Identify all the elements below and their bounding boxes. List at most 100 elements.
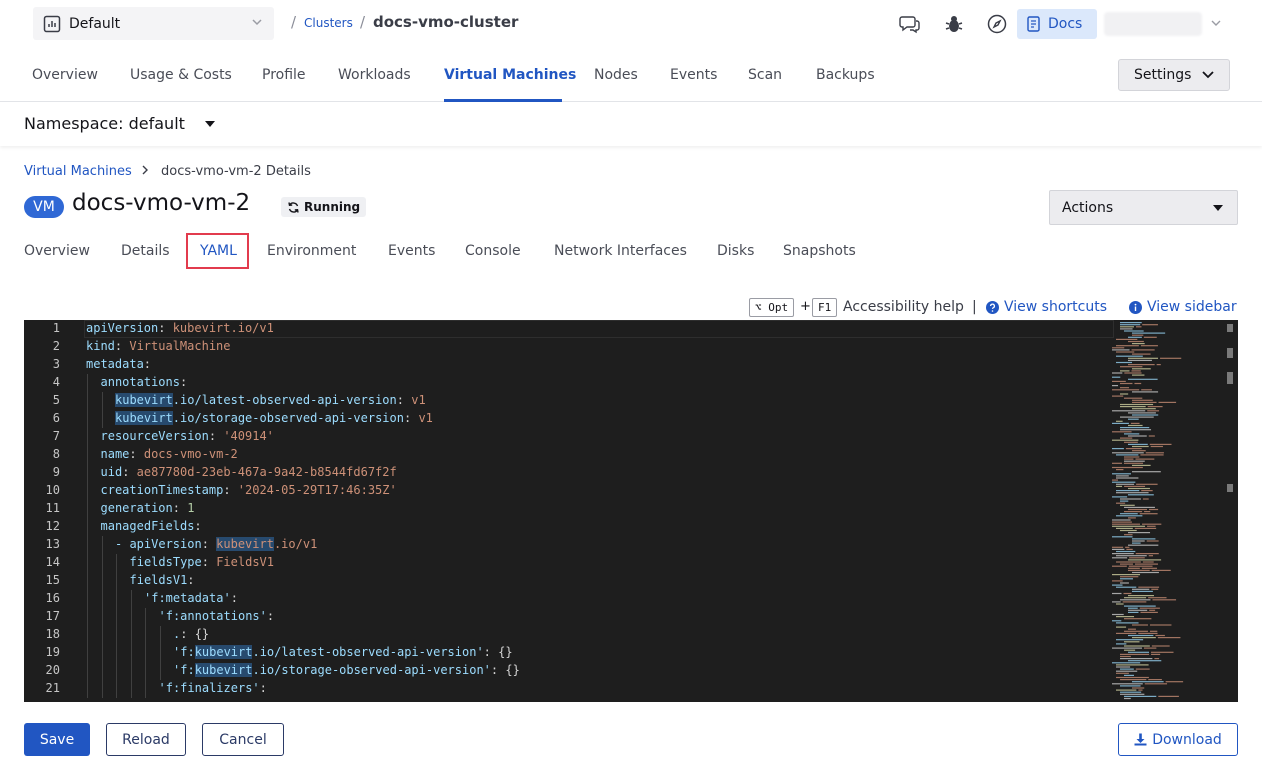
scroll-marker bbox=[1227, 372, 1233, 384]
minimap-line bbox=[1128, 660, 1162, 662]
indent-guide bbox=[101, 680, 103, 698]
tab-profile[interactable]: Profile bbox=[262, 67, 306, 83]
tab-overview[interactable]: Overview bbox=[32, 67, 98, 83]
minimap-line bbox=[1120, 429, 1152, 431]
tab-vm-events[interactable]: Events bbox=[388, 243, 435, 259]
minimap-line bbox=[1128, 634, 1154, 637]
editor-scrollbar[interactable] bbox=[1226, 320, 1238, 702]
tab-usage-costs[interactable]: Usage & Costs bbox=[130, 67, 232, 83]
minimap-line bbox=[1116, 603, 1124, 605]
workspace-selector[interactable]: Default bbox=[33, 7, 274, 40]
tab-nodes[interactable]: Nodes bbox=[594, 67, 638, 83]
indent-guide bbox=[87, 500, 89, 518]
tab-vm-network-interfaces[interactable]: Network Interfaces bbox=[554, 243, 687, 259]
user-menu[interactable] bbox=[1104, 12, 1202, 36]
minimap-line bbox=[1136, 483, 1158, 485]
minimap-line bbox=[1112, 557, 1128, 559]
document-icon bbox=[1027, 16, 1040, 32]
minimap-line bbox=[1116, 550, 1136, 553]
minimap-line bbox=[1140, 611, 1158, 613]
caret-down-icon bbox=[1213, 205, 1223, 211]
yaml-line: 'f:kubevirt.io/latest-observed-api-versi… bbox=[173, 645, 513, 659]
tab-workloads[interactable]: Workloads bbox=[338, 67, 411, 83]
minimap-line bbox=[1132, 414, 1159, 416]
minimap-line bbox=[1116, 616, 1135, 618]
tab-vm-overview[interactable]: Overview bbox=[24, 243, 90, 259]
reload-button[interactable]: Reload bbox=[106, 723, 186, 756]
download-button[interactable]: Download bbox=[1118, 723, 1238, 756]
line-number: 3 bbox=[52, 357, 60, 371]
minimap-line bbox=[1154, 658, 1160, 660]
minimap-line bbox=[1138, 586, 1160, 588]
line-number: 12 bbox=[45, 519, 60, 533]
minimap-line bbox=[1158, 401, 1177, 403]
minimap-line bbox=[1128, 611, 1139, 613]
minimap-line bbox=[1124, 630, 1148, 632]
minimap-line bbox=[1120, 685, 1141, 687]
tab-backups[interactable]: Backups bbox=[816, 67, 875, 83]
caret-down-icon[interactable] bbox=[204, 120, 216, 128]
minimap-line bbox=[1147, 525, 1156, 527]
minimap-line bbox=[1131, 370, 1141, 372]
minimap-line bbox=[1128, 651, 1150, 653]
docs-label: Docs bbox=[1048, 16, 1083, 32]
minimap-line bbox=[1158, 695, 1179, 697]
minimap-line bbox=[1112, 683, 1143, 685]
minimap-line bbox=[1128, 357, 1159, 359]
minimap-line bbox=[1120, 679, 1147, 681]
minimap-line bbox=[1120, 498, 1141, 500]
namespace-selector[interactable]: Namespace: default bbox=[24, 114, 185, 133]
line-number: 11 bbox=[45, 501, 60, 515]
minimap-line bbox=[1116, 483, 1135, 485]
line-number: 1 bbox=[52, 321, 60, 335]
tab-vm-snapshots[interactable]: Snapshots bbox=[783, 243, 856, 259]
minimap-line bbox=[1116, 639, 1144, 641]
minimap-line bbox=[1120, 658, 1153, 660]
tab-vm-console[interactable]: Console bbox=[465, 243, 521, 259]
line-number: 7 bbox=[52, 429, 60, 443]
indent-guide bbox=[116, 662, 118, 680]
actions-dropdown[interactable]: Actions bbox=[1049, 190, 1238, 225]
breadcrumb-virtual-machines[interactable]: Virtual Machines bbox=[24, 164, 132, 179]
indent-guide bbox=[116, 572, 118, 590]
cancel-button[interactable]: Cancel bbox=[202, 723, 284, 756]
editor-minimap[interactable] bbox=[1110, 320, 1226, 702]
minimap-line bbox=[1116, 502, 1126, 504]
chat-icon[interactable] bbox=[899, 13, 921, 35]
minimap-line bbox=[1124, 645, 1150, 647]
bug-icon[interactable] bbox=[943, 13, 965, 35]
tab-events[interactable]: Events bbox=[670, 67, 717, 83]
indent-guide bbox=[159, 644, 161, 662]
chevron-down-icon[interactable] bbox=[1210, 17, 1222, 29]
yaml-line: 'f:finalizers': bbox=[158, 681, 275, 695]
minimap-line bbox=[1125, 546, 1130, 548]
minimap-line bbox=[1146, 540, 1159, 542]
download-icon bbox=[1134, 733, 1147, 746]
minimap-line bbox=[1132, 687, 1145, 689]
indent-guide bbox=[145, 608, 147, 626]
minimap-line bbox=[1112, 422, 1129, 424]
minimap-line bbox=[1120, 655, 1131, 658]
yaml-editor[interactable]: apiVersion: kubevirt.io/v1 kind: VirtualM… bbox=[24, 320, 1238, 702]
clusters-link[interactable]: Clusters bbox=[304, 16, 353, 30]
view-shortcuts-link[interactable]: View shortcuts bbox=[986, 299, 1107, 315]
settings-button[interactable]: Settings bbox=[1118, 59, 1230, 91]
tab-vm-disks[interactable]: Disks bbox=[717, 243, 754, 259]
tab-scan[interactable]: Scan bbox=[748, 67, 782, 83]
page-title: docs-vmo-vm-2 bbox=[72, 190, 251, 216]
indent-guide bbox=[87, 680, 89, 698]
tab-vm-environment[interactable]: Environment bbox=[267, 243, 356, 259]
docs-button[interactable]: Docs bbox=[1017, 9, 1097, 39]
compass-icon[interactable] bbox=[986, 13, 1008, 35]
save-button[interactable]: Save bbox=[24, 723, 90, 756]
indent-guide bbox=[101, 590, 103, 608]
tab-vm-details[interactable]: Details bbox=[121, 243, 170, 259]
minimap-line bbox=[1128, 559, 1162, 561]
view-sidebar-link[interactable]: View sidebar bbox=[1129, 299, 1237, 315]
tab-virtual-machines[interactable]: Virtual Machines bbox=[444, 67, 576, 83]
minimap-line bbox=[1135, 668, 1150, 670]
minimap-line bbox=[1132, 408, 1156, 410]
indent-guide bbox=[145, 644, 147, 662]
minimap-line bbox=[1120, 691, 1142, 693]
scroll-marker bbox=[1227, 324, 1233, 332]
